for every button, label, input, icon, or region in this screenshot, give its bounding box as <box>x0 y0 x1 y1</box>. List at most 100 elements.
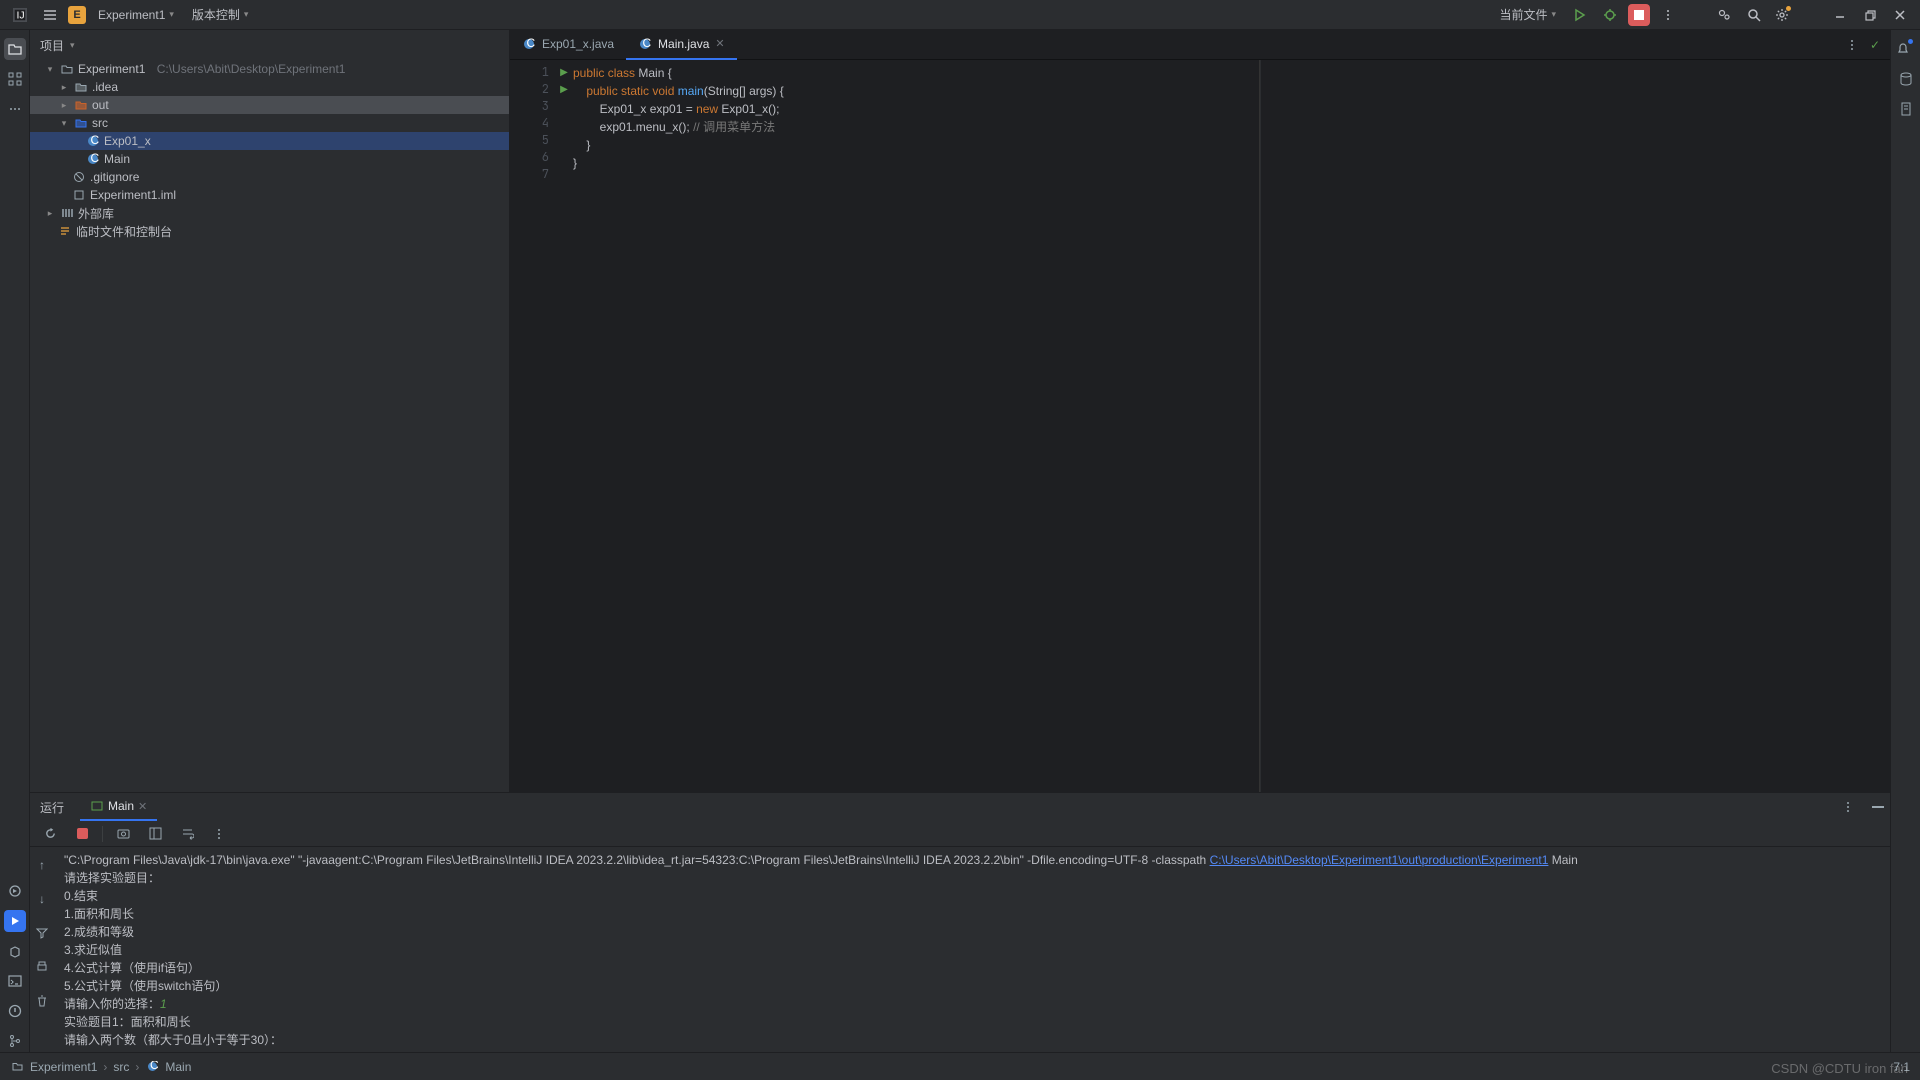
tree-label: .gitignore <box>90 170 139 184</box>
svg-text:C: C <box>527 38 536 50</box>
tree-label: .idea <box>92 80 118 94</box>
editor-body[interactable]: 1234567 ▶ ▶ public class Main { public s… <box>510 60 1890 792</box>
app-logo-icon: IJ <box>8 3 32 27</box>
tree-node-idea[interactable]: ▸.idea <box>30 78 509 96</box>
tree-node-out[interactable]: ▸out <box>30 96 509 114</box>
terminal-icon[interactable] <box>4 970 26 992</box>
code-with-me-icon[interactable] <box>1712 3 1736 27</box>
build-icon[interactable] <box>4 940 26 962</box>
editor-more-icon[interactable] <box>1840 33 1864 57</box>
tree-node-extlib[interactable]: ▸外部库 <box>30 204 509 222</box>
watermark-text: CSDN @CDTU iron fan <box>1771 1061 1908 1076</box>
tree-node-iml[interactable]: Experiment1.iml <box>30 186 509 204</box>
run-tab[interactable]: Main ✕ <box>80 793 157 821</box>
structure-tool-icon[interactable] <box>4 68 26 90</box>
tab-label: Main.java <box>658 37 709 51</box>
run-line-icon[interactable]: ▶ <box>560 67 568 78</box>
project-badge: E <box>68 6 86 24</box>
run-tab-label: Main <box>108 799 134 813</box>
project-name-label: Experiment1 <box>98 8 165 22</box>
search-icon[interactable] <box>1742 3 1766 27</box>
run-side-toolbar: ↑ ↓ <box>30 847 54 1053</box>
vcs-tool-icon[interactable] <box>4 1030 26 1052</box>
stop-icon[interactable] <box>70 822 94 846</box>
settings-icon[interactable] <box>1772 3 1796 27</box>
minimize-icon[interactable] <box>1828 3 1852 27</box>
tree-node-gitignore[interactable]: .gitignore <box>30 168 509 186</box>
run-more-icon[interactable] <box>1836 795 1860 819</box>
tab-label: Exp01_x.java <box>542 37 614 51</box>
project-panel-header: 项目 ▾ <box>30 30 509 60</box>
tab-close-icon[interactable]: ✕ <box>138 800 147 813</box>
code-content[interactable]: public class Main { public static void m… <box>573 60 1260 792</box>
database-icon[interactable] <box>1895 68 1917 90</box>
svg-text:C: C <box>91 135 100 147</box>
vcs-menu[interactable]: 版本控制▾ <box>186 6 255 23</box>
project-selector[interactable]: Experiment1 ▾ <box>92 8 180 22</box>
breadcrumb-item[interactable]: Experiment1 <box>30 1060 97 1074</box>
tree-label: out <box>92 98 109 112</box>
tree-node-src[interactable]: ▾src <box>30 114 509 132</box>
up-icon[interactable]: ↑ <box>30 853 54 877</box>
svg-text:C: C <box>150 1061 158 1072</box>
trash-icon[interactable] <box>30 989 54 1013</box>
run-more-icon[interactable] <box>207 822 231 846</box>
breadcrumb[interactable]: Experiment1› src› C Main <box>10 1060 191 1074</box>
rerun-icon[interactable] <box>38 822 62 846</box>
editor-tabs: C Exp01_x.java C Main.java ✕ ✓ <box>510 30 1890 60</box>
source-folder-icon <box>74 116 88 130</box>
services-icon[interactable] <box>4 880 26 902</box>
run-tool-icon[interactable] <box>4 910 26 932</box>
main-menu-icon[interactable] <box>38 3 62 27</box>
tree-node-scratch[interactable]: 临时文件和控制台 <box>30 222 509 240</box>
run-config-selector[interactable]: 当前文件▾ <box>1493 4 1562 25</box>
hide-panel-icon[interactable] <box>1866 795 1890 819</box>
problems-icon[interactable] <box>4 1000 26 1022</box>
breadcrumb-item[interactable]: Main <box>165 1060 191 1074</box>
tree-label: Experiment1.iml <box>90 188 176 202</box>
screenshot-icon[interactable] <box>111 822 135 846</box>
class-icon: C <box>86 152 100 166</box>
stop-button[interactable] <box>1628 4 1650 26</box>
project-tool-icon[interactable] <box>4 38 26 60</box>
down-icon[interactable]: ↓ <box>30 887 54 911</box>
tab-close-icon[interactable]: ✕ <box>715 37 724 50</box>
app-config-icon <box>90 799 104 813</box>
current-file-label: 当前文件 <box>1499 6 1547 23</box>
soft-wrap-icon[interactable] <box>175 822 199 846</box>
run-line-icon[interactable]: ▶ <box>560 84 568 95</box>
notifications-icon[interactable] <box>1895 38 1917 60</box>
breadcrumb-item[interactable]: src <box>113 1060 129 1074</box>
inspection-status-icon[interactable]: ✓ <box>1870 38 1880 52</box>
console-link[interactable]: C:\Users\Abit\Desktop\Experiment1\out\pr… <box>1210 853 1549 867</box>
filter-icon[interactable] <box>30 921 54 945</box>
debug-icon[interactable] <box>1598 3 1622 27</box>
editor-area: C Exp01_x.java C Main.java ✕ ✓ 1234567 ▶ ▶ <box>510 30 1890 792</box>
tree-root[interactable]: ▾Experiment1 C:\Users\Abit\Desktop\Exper… <box>30 60 509 78</box>
run-icon[interactable] <box>1568 3 1592 27</box>
tree-label: Exp01_x <box>104 134 151 148</box>
layout-icon[interactable] <box>143 822 167 846</box>
more-actions-icon[interactable] <box>1656 3 1680 27</box>
tree-node-exp01[interactable]: C Exp01_x <box>30 132 509 150</box>
folder-icon <box>60 62 74 76</box>
run-gutter: ▶ ▶ <box>555 60 573 792</box>
console-output[interactable]: "C:\Program Files\Java\jdk-17\bin\java.e… <box>54 847 1890 1053</box>
chevron-down-icon[interactable]: ▾ <box>70 40 75 51</box>
docs-icon[interactable] <box>1895 98 1917 120</box>
more-tools-icon[interactable] <box>4 98 26 120</box>
close-icon[interactable] <box>1888 3 1912 27</box>
right-tool-strip <box>1890 30 1920 1052</box>
left-tool-strip <box>0 30 30 1052</box>
line-gutter: 1234567 <box>510 60 555 792</box>
restore-icon[interactable] <box>1858 3 1882 27</box>
library-icon <box>60 206 74 220</box>
tree-node-main[interactable]: CMain <box>30 150 509 168</box>
tab-main[interactable]: CMain.java✕ <box>626 30 737 60</box>
project-tree[interactable]: ▾Experiment1 C:\Users\Abit\Desktop\Exper… <box>30 60 509 792</box>
chevron-down-icon: ▾ <box>169 9 174 20</box>
svg-text:C: C <box>91 153 100 165</box>
run-title: 运行 <box>40 799 64 816</box>
print-icon[interactable] <box>30 955 54 979</box>
tab-exp01[interactable]: C Exp01_x.java <box>510 30 626 60</box>
